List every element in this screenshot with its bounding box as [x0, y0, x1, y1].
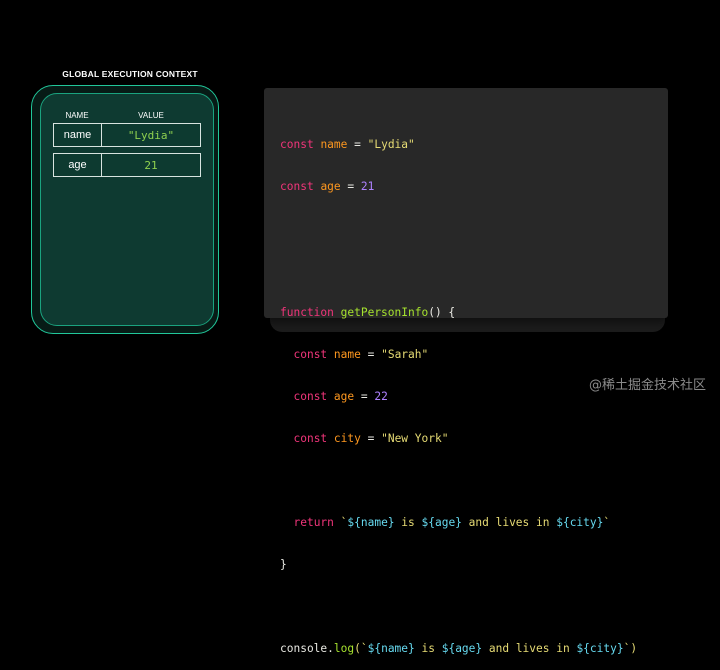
code-operator: = — [340, 180, 361, 193]
code-keyword: const — [280, 180, 314, 193]
name-column-header: NAME — [65, 111, 89, 120]
code-line-8: const city = "New York" — [280, 432, 637, 446]
code-template-text: and lives in — [482, 642, 577, 655]
code-variable: name — [320, 138, 348, 151]
code-operator: = — [360, 432, 382, 445]
code-template-text: ` — [603, 516, 611, 529]
code-interpolation: ${name} — [367, 642, 415, 655]
code-string: "New York" — [381, 432, 449, 445]
code-interpolation: ${age} — [421, 516, 462, 529]
code-number: 21 — [360, 180, 375, 193]
code-operator: = — [347, 138, 368, 151]
code-keyword: const — [293, 432, 328, 445]
variable-name: age — [54, 154, 102, 176]
code-punctuation: } — [280, 558, 287, 571]
code-keyword: return — [293, 516, 334, 529]
variable-name: name — [54, 124, 102, 146]
code-keyword: const — [280, 138, 314, 151]
code-punctuation: . — [327, 642, 334, 655]
code-punctuation: () { — [428, 306, 456, 319]
code-string: "Lydia" — [367, 138, 415, 151]
code-string: "Sarah" — [381, 348, 429, 361]
code-variable: age — [320, 180, 341, 193]
code-interpolation: ${city} — [556, 516, 604, 529]
code-line-13: console.log(`${name} is ${age} and lives… — [280, 642, 637, 656]
code-template-text: ` — [333, 516, 348, 529]
variable-value: "Lydia" — [127, 128, 175, 142]
value-column-header: VALUE — [138, 111, 164, 120]
code-keyword: const — [293, 390, 328, 403]
code-operator: = — [360, 348, 382, 361]
code-template-text: and lives in — [461, 516, 557, 529]
code-function-name: log — [333, 642, 355, 655]
code-object: console — [280, 642, 328, 655]
code-variable: city — [333, 432, 361, 445]
variable-value: 21 — [144, 158, 158, 172]
code-line-6: const name = "Sarah" — [280, 348, 637, 362]
code-function-name: getPersonInfo — [340, 306, 429, 319]
code-variable: name — [333, 348, 361, 361]
code-line-11: } — [280, 558, 637, 572]
code-template-text: (` — [354, 642, 368, 655]
code-block: const name = "Lydia" const age = 21 func… — [280, 110, 637, 670]
code-keyword: function — [280, 306, 334, 319]
variable-row-age: age 21 — [53, 153, 201, 177]
code-template-text: `) — [623, 642, 638, 655]
code-operator: = — [354, 390, 375, 403]
code-line-2: const age = 21 — [280, 180, 637, 194]
code-line-5: function getPersonInfo() { — [280, 306, 637, 320]
watermark: @稀土掘金技术社区 — [588, 378, 706, 393]
variable-row-name: name "Lydia" — [53, 123, 201, 147]
code-line-1: const name = "Lydia" — [280, 138, 637, 152]
code-template-text: is — [394, 516, 422, 529]
code-keyword: const — [293, 348, 328, 361]
code-variable: age — [333, 390, 355, 403]
code-line-10: return `${name} is ${age} and lives in $… — [280, 516, 637, 530]
code-interpolation: ${city} — [576, 642, 624, 655]
code-number: 22 — [374, 390, 388, 403]
code-interpolation: ${name} — [347, 516, 395, 529]
code-template-text: is — [414, 642, 442, 655]
context-title: GLOBAL EXECUTION CONTEXT — [62, 69, 198, 79]
code-line-7: const age = 22 — [280, 390, 637, 404]
code-interpolation: ${age} — [441, 642, 483, 655]
